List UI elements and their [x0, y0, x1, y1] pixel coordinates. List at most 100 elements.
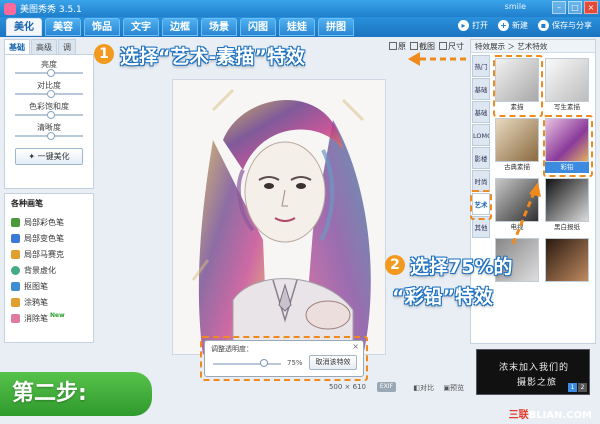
ad-banner[interactable]: 浓末加入我们的 摄影之旅 1 2: [476, 349, 590, 395]
image-dimensions: 500 × 610: [328, 383, 366, 391]
category-lomo[interactable]: LOMO: [472, 124, 490, 146]
window-controls: – □ ×: [552, 1, 598, 14]
saturation-slider[interactable]: 色彩饱和度: [11, 101, 87, 122]
brush-label: 局部马赛克: [24, 249, 64, 259]
preview-button[interactable]: ▣预览: [443, 383, 464, 393]
tab-beauty[interactable]: 美容: [45, 18, 81, 36]
cancel-effect-button[interactable]: 取消该特效: [309, 355, 357, 370]
tab-accessories[interactable]: 饰品: [84, 18, 120, 36]
app-logo-icon: [4, 2, 16, 15]
new-button[interactable]: + 新建: [498, 20, 528, 31]
app-title: 美图秀秀 3.5.1: [20, 5, 82, 15]
compare-label: 对比: [420, 384, 434, 392]
ad-page-1[interactable]: 1: [568, 383, 577, 392]
user-name[interactable]: smile: [505, 2, 526, 11]
adjust-subtabs: 基础 高级 调: [4, 39, 94, 54]
preview-label: 预览: [450, 384, 464, 392]
effect-bw-newspaper[interactable]: 黑白报纸: [545, 178, 589, 234]
magic-icon: ✦: [28, 152, 36, 161]
opacity-slider-handle[interactable]: [260, 359, 268, 367]
stage-label: 第二步:: [0, 372, 152, 416]
pencil-icon: [11, 297, 20, 307]
effect-label: 黑白报纸: [554, 223, 580, 231]
brush-eraser[interactable]: 消除笔 New: [11, 310, 87, 326]
ad-line-1: 浓末加入我们的: [499, 363, 570, 373]
eraser-icon: [11, 313, 20, 323]
brush-mosaic[interactable]: 局部马赛克: [11, 246, 87, 262]
color-pencil-highlight: [543, 115, 593, 177]
art-category-highlight: [470, 190, 492, 220]
category-fashion[interactable]: 时尚: [472, 170, 490, 192]
tab-collage[interactable]: 拼图: [318, 18, 354, 36]
compare-icon: [389, 42, 397, 50]
canvas-area: 原 截图 尺寸 调整透明度： × 75% 取消该特效: [98, 39, 468, 397]
brush-label: 局部变色笔: [24, 233, 64, 243]
brightness-slider[interactable]: 亮度: [11, 59, 87, 80]
brush-label: 抠图笔: [24, 281, 48, 291]
category-studio[interactable]: 影楼: [472, 147, 490, 169]
one-key-beautify-button[interactable]: ✦ 一键美化: [15, 148, 83, 165]
subtab-tone[interactable]: 调: [58, 39, 76, 54]
brush-background-blur[interactable]: 背景虚化: [11, 262, 87, 278]
step-1-badge: 1: [94, 44, 114, 64]
minimize-button[interactable]: –: [552, 1, 566, 14]
tab-scene[interactable]: 场景: [201, 18, 237, 36]
tab-flash[interactable]: 闪图: [240, 18, 276, 36]
tab-border[interactable]: 边框: [162, 18, 198, 36]
sketch-portrait-image: [173, 80, 385, 354]
brush-doodle[interactable]: 涂鸦笔: [11, 294, 87, 310]
category-basic-2[interactable]: 基础: [472, 101, 490, 123]
effect-preview: [545, 238, 589, 282]
tab-beautify[interactable]: 美化: [6, 18, 42, 36]
slider-handle[interactable]: [47, 111, 55, 119]
tab-text[interactable]: 文字: [123, 18, 159, 36]
ad-page-2[interactable]: 2: [578, 383, 587, 392]
maximize-button[interactable]: □: [568, 1, 582, 14]
sketch-highlight: [493, 55, 543, 117]
tab-doll[interactable]: 娃娃: [279, 18, 315, 36]
close-button[interactable]: ×: [584, 1, 598, 14]
brush-local-color[interactable]: 局部彩色笔: [11, 214, 87, 230]
effect-preview: [495, 118, 539, 162]
effect-life-sketch[interactable]: 写生素描: [545, 58, 589, 114]
step-2-badge: 2: [385, 255, 405, 275]
recolor-brush-icon: [11, 233, 20, 243]
watermark-domain: BLIAN.COM: [528, 410, 592, 421]
color-brush-icon: [11, 217, 20, 227]
effect-thumb-8[interactable]: [545, 238, 589, 294]
compare-icon: ◧: [413, 384, 420, 392]
open-button[interactable]: ▸ 打开: [458, 20, 488, 31]
effect-label: 写生素描: [554, 103, 580, 111]
preview-icon: ▣: [443, 384, 450, 392]
opacity-label: 调整透明度：: [211, 345, 253, 353]
slider-handle[interactable]: [47, 90, 55, 98]
category-basic[interactable]: 基础: [472, 78, 490, 100]
compare-button[interactable]: ◧对比: [413, 383, 434, 393]
exif-button[interactable]: EXIF: [376, 382, 396, 392]
one-key-label: 一键美化: [37, 152, 70, 161]
contrast-slider[interactable]: 对比度: [11, 80, 87, 101]
sharpness-slider[interactable]: 清晰度: [11, 122, 87, 143]
effect-classic-sketch[interactable]: 古典素描: [495, 118, 539, 174]
main-toolbar: 美化 美容 饰品 文字 边框 场景 闪图 娃娃 拼图 ▸ 打开 + 新建 ▪ 保存与分…: [0, 17, 600, 37]
slider-handle[interactable]: [47, 132, 55, 140]
brush-label: 消除笔: [24, 313, 48, 323]
brush-box: 各种画笔 局部彩色笔 局部变色笔 局部马赛克 背景虚化 抠图笔 涂鸦笔 消除笔 N…: [4, 193, 94, 343]
watermark-brand: 三联: [508, 410, 529, 421]
subtab-advanced[interactable]: 高级: [31, 39, 57, 54]
blur-icon: [11, 265, 20, 275]
step-1-callout: 选择“艺术-素描”特效: [120, 46, 305, 68]
opacity-close-button[interactable]: ×: [352, 342, 359, 351]
opacity-slider-track[interactable]: [213, 363, 281, 365]
cutout-icon: [11, 281, 20, 291]
opacity-value: 75%: [287, 359, 303, 367]
open-label: 打开: [472, 21, 488, 30]
brush-label: 背景虚化: [24, 265, 56, 275]
slider-handle[interactable]: [47, 69, 55, 77]
save-share-button[interactable]: ▪ 保存与分享: [538, 20, 592, 31]
brush-cutout[interactable]: 抠图笔: [11, 278, 87, 294]
photo-canvas[interactable]: [172, 79, 386, 355]
brush-local-recolor[interactable]: 局部变色笔: [11, 230, 87, 246]
subtab-basic[interactable]: 基础: [4, 39, 30, 54]
original-toggle[interactable]: 原: [389, 41, 406, 52]
